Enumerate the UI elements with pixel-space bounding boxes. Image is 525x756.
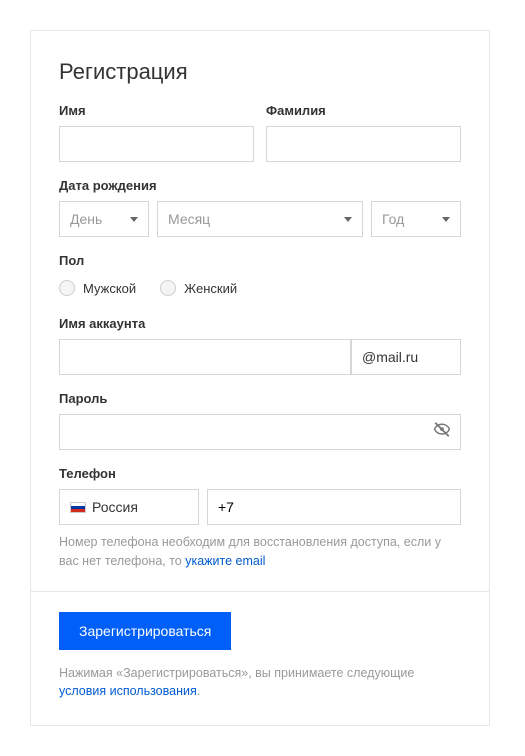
dob-label: Дата рождения: [59, 178, 461, 193]
chevron-down-icon: [344, 217, 352, 222]
phone-input[interactable]: [207, 489, 461, 525]
first-name-label: Имя: [59, 103, 254, 118]
last-name-input[interactable]: [266, 126, 461, 162]
toggle-password-visibility-icon[interactable]: [433, 421, 451, 444]
account-input[interactable]: [59, 339, 351, 375]
divider: [31, 591, 489, 592]
terms-post: .: [197, 684, 200, 698]
gender-female-label: Женский: [184, 281, 237, 296]
last-name-label: Фамилия: [266, 103, 461, 118]
gender-male-radio[interactable]: Мужской: [59, 280, 136, 296]
account-domain-value: @mail.ru: [362, 349, 418, 365]
radio-icon: [160, 280, 176, 296]
gender-female-radio[interactable]: Женский: [160, 280, 237, 296]
dob-day-value: День: [70, 211, 102, 227]
phone-hint-link[interactable]: укажите email: [185, 554, 265, 568]
gender-male-label: Мужской: [83, 281, 136, 296]
dob-day-select[interactable]: День: [59, 201, 149, 237]
registration-form: Регистрация Имя Фамилия Дата рождения Де…: [30, 30, 490, 726]
submit-button[interactable]: Зарегистрироваться: [59, 612, 231, 650]
phone-label: Телефон: [59, 466, 461, 481]
phone-country-select[interactable]: Россия: [59, 489, 199, 525]
dob-month-select[interactable]: Месяц: [157, 201, 363, 237]
terms-link[interactable]: условия использования: [59, 684, 197, 698]
chevron-down-icon: [130, 217, 138, 222]
first-name-input[interactable]: [59, 126, 254, 162]
page-title: Регистрация: [59, 59, 461, 85]
terms-pre: Нажимая «Зарегистрироваться», вы принима…: [59, 666, 414, 680]
phone-hint: Номер телефона необходим для восстановле…: [59, 533, 461, 571]
password-input[interactable]: [59, 414, 461, 450]
dob-year-value: Год: [382, 211, 404, 227]
account-domain-select[interactable]: @mail.ru: [351, 339, 461, 375]
dob-year-select[interactable]: Год: [371, 201, 461, 237]
radio-icon: [59, 280, 75, 296]
phone-country-value: Россия: [92, 499, 138, 515]
password-label: Пароль: [59, 391, 461, 406]
account-label: Имя аккаунта: [59, 316, 461, 331]
flag-russia-icon: [70, 502, 86, 513]
terms-text: Нажимая «Зарегистрироваться», вы принима…: [59, 664, 461, 702]
gender-label: Пол: [59, 253, 461, 268]
chevron-down-icon: [442, 217, 450, 222]
dob-month-value: Месяц: [168, 211, 210, 227]
